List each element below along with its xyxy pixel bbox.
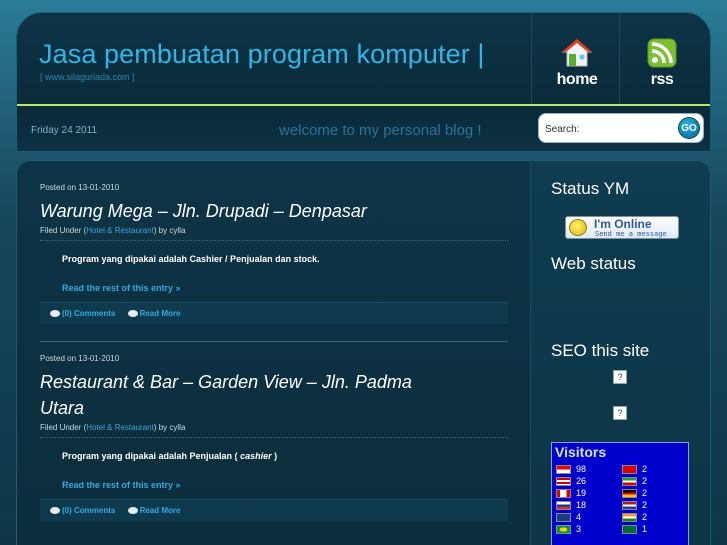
post: Posted on 13-01-2010 Warung Mega – Jln. … xyxy=(40,183,508,324)
broken-image-icon[interactable]: ? xyxy=(613,370,627,384)
post-footer: (0) Comments Read More xyxy=(40,302,508,324)
post-meta-suffix: ) by cylla xyxy=(153,226,186,235)
read-rest-link[interactable]: Read the rest of this entry » xyxy=(62,480,508,490)
post-title[interactable]: Warung Mega – Jln. Drupadi – Denpasar xyxy=(40,198,508,224)
visitor-count: 19 xyxy=(576,488,587,498)
visitors-widget[interactable]: Visitors 98 2 26 2 19 2 18 2 4 2 3 1 xyxy=(551,442,689,545)
post-separator xyxy=(40,341,508,342)
post-category-link[interactable]: Hotel & Restaurant xyxy=(86,226,154,235)
comment-bubble-icon xyxy=(50,310,60,317)
visitor-count: 26 xyxy=(576,476,587,486)
header-divider xyxy=(17,104,710,106)
post-meta-prefix: Filed Under ( xyxy=(40,423,87,432)
seo-heading: SEO this site xyxy=(551,341,650,360)
nav-home-label: home xyxy=(556,71,598,88)
visitors-title: Visitors xyxy=(555,444,607,460)
search-go-button[interactable]: GO xyxy=(678,117,700,139)
broken-image-icon[interactable]: ? xyxy=(613,406,627,420)
comment-bubble-icon xyxy=(127,507,138,514)
post-date: Posted on 13-01-2010 xyxy=(40,183,120,192)
visitor-count: 18 xyxy=(576,500,587,510)
flag-gb-icon xyxy=(556,513,571,522)
comment-bubble-icon xyxy=(50,507,60,514)
excerpt-prefix: Program yang dipakai adalah Penjualan ( xyxy=(62,451,241,461)
read-rest-link[interactable]: Read the rest of this entry » xyxy=(62,283,508,293)
flag-tr-icon xyxy=(622,465,637,474)
visitor-row: 19 2 xyxy=(556,487,686,499)
post-date: Posted on 13-01-2010 xyxy=(40,354,120,363)
site-title[interactable]: Jasa pembuatan program komputer | xyxy=(39,39,485,70)
home-icon xyxy=(561,39,593,67)
flag-us-icon xyxy=(556,477,571,486)
post-meta: Filed Under (Hotel & Restaurant) by cyll… xyxy=(40,423,508,438)
site-url[interactable]: [ www.silaguriada.com ] xyxy=(40,72,135,82)
post-meta: Filed Under (Hotel & Restaurant) by cyll… xyxy=(40,226,508,241)
smiley-icon xyxy=(569,219,587,236)
visitor-count: 98 xyxy=(576,464,587,474)
visitor-row: 98 2 xyxy=(556,463,686,475)
excerpt-suffix: ) xyxy=(271,451,278,461)
search-input[interactable] xyxy=(545,121,670,137)
flag-nl-icon xyxy=(622,501,637,510)
visitor-row: 18 2 xyxy=(556,499,686,511)
post-footer: (0) Comments Read More xyxy=(40,499,508,521)
visitor-row: 4 2 xyxy=(556,511,686,523)
flag-ca-icon xyxy=(556,489,571,498)
visitor-count: 4 xyxy=(576,512,582,522)
read-more-link[interactable]: Read More xyxy=(127,506,181,515)
excerpt-italic: cashier xyxy=(240,451,272,461)
post-category-link[interactable]: Hotel & Restaurant xyxy=(86,423,154,432)
post-meta-suffix: ) by cylla xyxy=(153,423,186,432)
main-content: Posted on 13-01-2010 Warung Mega – Jln. … xyxy=(16,160,531,545)
read-more-link[interactable]: Read More xyxy=(127,309,181,318)
comments-label: (0) Comments xyxy=(62,506,116,515)
nav-divider xyxy=(531,13,532,105)
visitors-table: 98 2 26 2 19 2 18 2 4 2 3 1 xyxy=(556,463,686,535)
visitor-count: 2 xyxy=(642,500,648,510)
nav-divider xyxy=(619,13,620,105)
comments-label: (0) Comments xyxy=(62,309,116,318)
visitor-count: 2 xyxy=(642,464,648,474)
visitor-count: 2 xyxy=(642,488,648,498)
flag-sa-icon xyxy=(622,525,637,534)
visitor-count: 1 xyxy=(642,524,648,534)
post-meta-prefix: Filed Under ( xyxy=(40,226,87,235)
nav-rss[interactable]: rss xyxy=(627,37,697,89)
visitor-row: 3 1 xyxy=(556,523,686,535)
web-status-heading: Web status xyxy=(551,254,636,273)
post-excerpt: Program yang dipakai adalah Cashier / Pe… xyxy=(62,254,320,264)
flag-ru-icon xyxy=(556,501,571,510)
post-excerpt: Program yang dipakai adalah Penjualan ( … xyxy=(62,451,508,461)
flag-id-icon xyxy=(556,465,571,474)
comments-link[interactable]: (0) Comments xyxy=(50,506,115,515)
nav-home[interactable]: home xyxy=(542,37,612,89)
read-more-label: Read More xyxy=(139,506,181,515)
visitor-count: 2 xyxy=(642,512,648,522)
sidebar: Status YM I'm Online Send me a message W… xyxy=(530,160,711,545)
comment-bubble-icon xyxy=(127,310,138,317)
current-date: Friday 24 2011 xyxy=(31,125,97,136)
read-more-label: Read More xyxy=(139,309,181,318)
flag-in-icon xyxy=(622,513,637,522)
nav-rss-label: rss xyxy=(650,71,674,88)
welcome-text: welcome to my personal blog ! xyxy=(279,122,482,139)
ym-message-text: Send me a message xyxy=(595,230,667,238)
site-header: Jasa pembuatan program komputer | [ www.… xyxy=(16,12,711,152)
rss-icon xyxy=(647,38,677,68)
flag-ir-icon xyxy=(622,477,637,486)
flag-br-icon xyxy=(556,525,571,534)
ym-online-badge[interactable]: I'm Online Send me a message xyxy=(565,216,679,239)
visitor-count: 2 xyxy=(642,476,648,486)
flag-de-icon xyxy=(622,489,637,498)
ym-status-text: I'm Online xyxy=(594,217,652,231)
post-title[interactable]: Restaurant & Bar – Garden View – Jln. Pa… xyxy=(40,369,460,421)
post: Posted on 13-01-2010 Restaurant & Bar – … xyxy=(40,354,508,521)
search-box: GO xyxy=(538,113,704,143)
visitor-count: 3 xyxy=(576,524,582,534)
comments-link[interactable]: (0) Comments xyxy=(50,309,115,318)
visitor-row: 26 2 xyxy=(556,475,686,487)
status-ym-heading: Status YM xyxy=(551,179,630,198)
